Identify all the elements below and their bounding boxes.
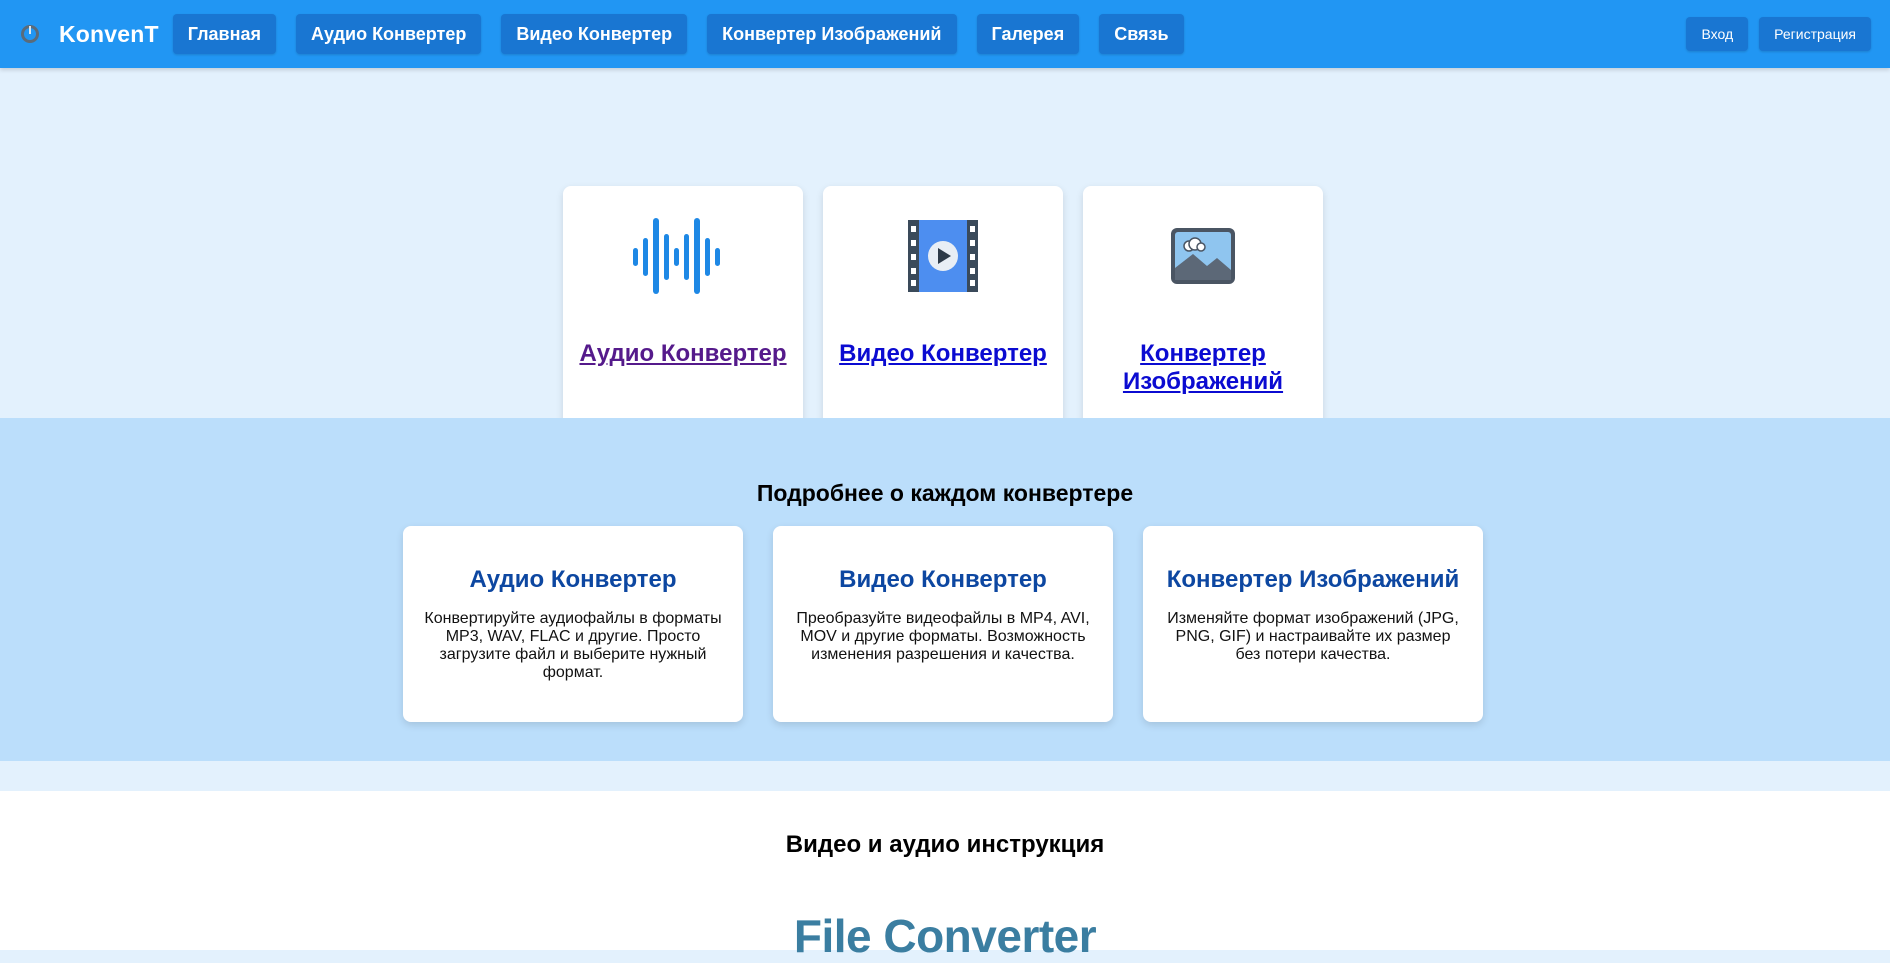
hero-section: Аудио Конвертер Видео Конвертер Конверте… [0,68,1890,436]
detail-card-title: Видео Конвертер [839,566,1047,593]
nav-audio-converter[interactable]: Аудио Конвертер [296,14,482,54]
audio-wave-icon [633,218,720,294]
brand-name: KonvenT [59,20,159,47]
details-title: Подробнее о каждом конвертере [756,480,1134,506]
nav-links: Главная Аудио Конвертер Видео Конвертер … [172,14,1184,54]
tile-image-link[interactable]: Конвертер Изображений [1083,340,1323,396]
tile-video-link[interactable]: Видео Конвертер [823,340,1063,368]
nav-home[interactable]: Главная [172,14,277,54]
nav-contact[interactable]: Связь [1099,14,1184,54]
nav-gallery[interactable]: Галерея [976,14,1080,54]
tile-video-converter[interactable]: Видео Конвертер [823,186,1063,436]
instruction-title: Видео и аудио инструкция [785,831,1105,858]
login-button[interactable]: Вход [1686,17,1749,51]
detail-card-text: Конвертируйте аудиофайлы в форматы MP3, … [424,610,722,681]
video-film-icon [908,220,978,292]
video-preview-title[interactable]: File Converter [0,909,1890,963]
detail-card-title: Аудио Конвертер [469,566,677,593]
detail-card-title: Конвертер Изображений [1166,566,1460,593]
tile-image-converter[interactable]: Конвертер Изображений [1083,186,1323,436]
detail-card-text: Преобразуйте видеофайлы в MP4, AVI, MOV … [796,610,1090,663]
detail-card-audio: Аудио Конвертер Конвертируйте аудиофайлы… [403,526,743,722]
nav-video-converter[interactable]: Видео Конвертер [501,14,688,54]
tile-audio-converter[interactable]: Аудио Конвертер [563,186,803,436]
detail-card-text: Изменяйте формат изображений (JPG, PNG, … [1167,610,1459,663]
logo-icon [21,25,39,43]
register-button[interactable]: Регистрация [1759,17,1871,51]
auth-buttons: Вход Регистрация [1686,17,1871,51]
detail-card-video: Видео Конвертер Преобразуйте видеофайлы … [773,526,1113,722]
nav-image-converter[interactable]: Конвертер Изображений [707,14,957,54]
tile-audio-link[interactable]: Аудио Конвертер [563,340,803,368]
instruction-section: Видео и аудио инструкция File Converter [0,791,1890,962]
details-section: Подробнее о каждом конвертере Аудио Конв… [0,418,1890,761]
top-navbar: KonvenT Главная Аудио Конвертер Видео Ко… [0,0,1890,68]
image-picture-icon [1171,228,1235,284]
brand[interactable]: KonvenT [19,21,159,48]
detail-card-image: Конвертер Изображений Изменяйте формат и… [1143,526,1483,722]
